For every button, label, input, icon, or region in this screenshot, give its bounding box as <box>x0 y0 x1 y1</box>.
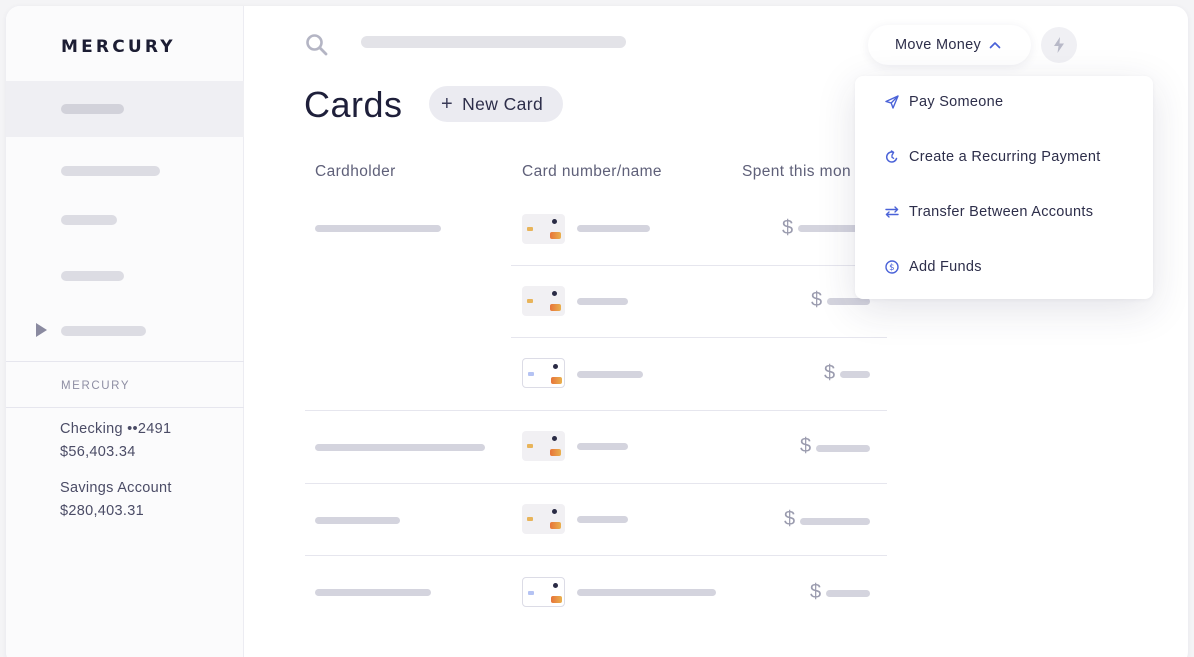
currency-symbol: $ <box>800 435 812 457</box>
search-input[interactable] <box>361 36 626 48</box>
menu-item-add-funds[interactable]: $ Add Funds <box>855 249 1153 285</box>
row-divider <box>305 483 887 484</box>
page-title: Cards <box>304 84 403 125</box>
cardholder-placeholder <box>315 225 441 232</box>
sidebar-item-label-placeholder <box>61 271 124 281</box>
cardholder-placeholder <box>315 517 400 524</box>
new-card-button[interactable]: + New Card <box>429 86 563 122</box>
card-icon <box>522 358 565 388</box>
dollar-coin-icon: $ <box>885 260 899 274</box>
column-header-spent[interactable]: Spent this mon <box>742 163 851 181</box>
card-icon <box>522 214 565 244</box>
paper-plane-icon <box>885 95 899 109</box>
card-icon <box>522 286 565 316</box>
amount-placeholder <box>798 225 860 232</box>
app-window: MERCURY MERCURY Checking ••2491 $56,403.… <box>6 6 1188 657</box>
cardholder-placeholder <box>315 444 485 451</box>
currency-symbol: $ <box>782 217 794 239</box>
column-header-cardholder[interactable]: Cardholder <box>315 163 396 181</box>
card-name-placeholder <box>577 589 716 596</box>
account-name-savings[interactable]: Savings Account <box>60 480 172 496</box>
currency-symbol: $ <box>824 362 836 384</box>
menu-item-label: Add Funds <box>909 259 982 275</box>
menu-item-pay-someone[interactable]: Pay Someone <box>855 84 1153 120</box>
sidebar-divider <box>6 407 244 408</box>
sidebar: MERCURY MERCURY Checking ••2491 $56,403.… <box>6 6 244 657</box>
row-divider <box>511 265 887 266</box>
transfer-arrows-icon <box>885 206 899 218</box>
account-balance-checking: $56,403.34 <box>60 444 136 460</box>
currency-symbol: $ <box>810 581 822 603</box>
row-divider <box>305 555 887 556</box>
card-name-placeholder <box>577 516 628 523</box>
card-name-placeholder <box>577 298 628 305</box>
amount-placeholder <box>840 371 870 378</box>
sidebar-item-label-placeholder <box>61 326 146 336</box>
menu-item-label: Create a Recurring Payment <box>909 149 1101 165</box>
amount-placeholder <box>800 518 870 525</box>
card-icon <box>522 504 565 534</box>
search-icon[interactable] <box>305 33 329 57</box>
menu-item-label: Transfer Between Accounts <box>909 204 1094 220</box>
column-header-card-number[interactable]: Card number/name <box>522 163 662 181</box>
quick-actions-button[interactable] <box>1041 27 1077 63</box>
row-divider <box>305 410 887 411</box>
card-name-placeholder <box>577 443 628 450</box>
sidebar-item-label-placeholder <box>61 104 124 114</box>
logo: MERCURY <box>61 37 176 57</box>
account-balance-savings: $280,403.31 <box>60 503 144 519</box>
sidebar-divider <box>6 361 244 362</box>
sidebar-item-active[interactable] <box>6 81 244 137</box>
new-card-label: New Card <box>462 93 544 114</box>
svg-text:$: $ <box>889 263 895 273</box>
sidebar-section-label: MERCURY <box>61 380 131 392</box>
amount-placeholder <box>827 298 870 305</box>
sidebar-item[interactable] <box>6 151 244 191</box>
card-icon <box>522 577 565 607</box>
sidebar-item[interactable] <box>6 261 244 301</box>
menu-item-label: Pay Someone <box>909 94 1004 110</box>
sidebar-item-label-placeholder <box>61 166 160 176</box>
chevron-up-icon <box>989 42 1001 49</box>
currency-symbol: $ <box>784 508 796 530</box>
cardholder-placeholder <box>315 589 431 596</box>
row-divider <box>511 337 887 338</box>
menu-item-transfer[interactable]: Transfer Between Accounts <box>855 194 1153 230</box>
move-money-label: Move Money <box>895 37 982 53</box>
plus-icon: + <box>441 93 454 115</box>
sidebar-item-label-placeholder <box>61 215 117 225</box>
amount-placeholder <box>816 445 870 452</box>
currency-symbol: $ <box>811 289 823 311</box>
move-money-dropdown: Pay Someone Create a Recurring Payment T… <box>855 76 1153 299</box>
card-name-placeholder <box>577 371 643 378</box>
recurring-icon <box>885 150 898 163</box>
lightning-bolt-icon <box>1054 37 1064 53</box>
sidebar-item-expandable[interactable] <box>6 316 244 356</box>
menu-item-recurring-payment[interactable]: Create a Recurring Payment <box>855 139 1153 175</box>
amount-placeholder <box>826 590 870 597</box>
sidebar-item[interactable] <box>6 206 244 246</box>
account-name-checking[interactable]: Checking ••2491 <box>60 421 171 437</box>
card-icon <box>522 431 565 461</box>
card-name-placeholder <box>577 225 650 232</box>
move-money-button[interactable]: Move Money <box>868 25 1031 65</box>
